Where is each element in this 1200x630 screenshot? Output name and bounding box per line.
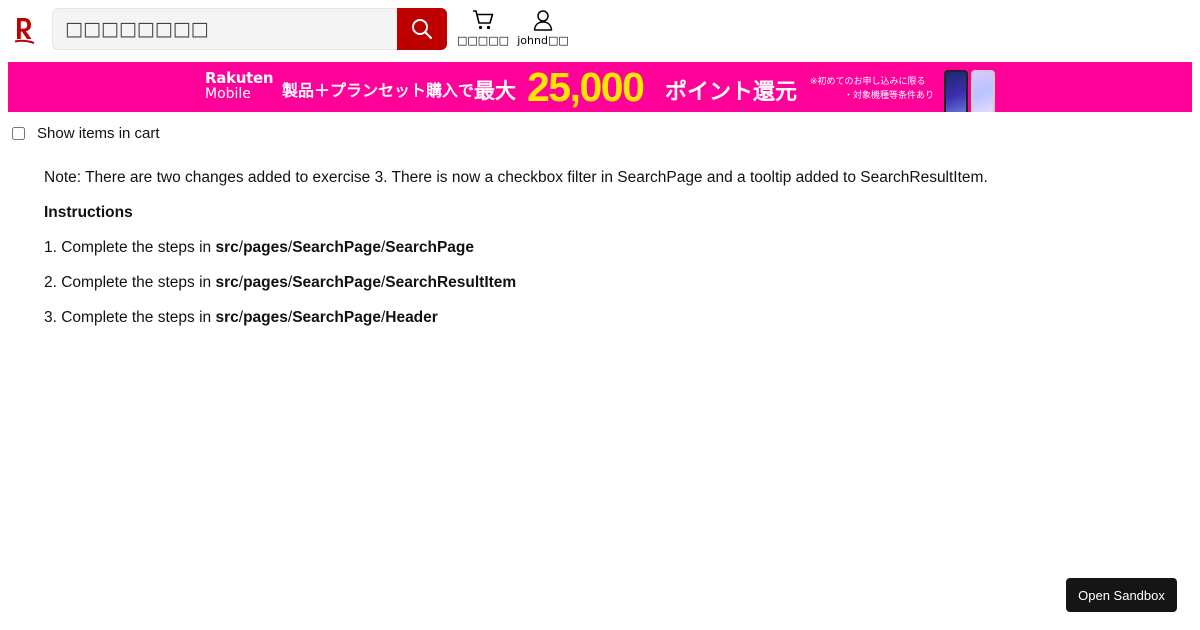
show-items-in-cart-label[interactable]: Show items in cart bbox=[37, 125, 160, 142]
search-icon bbox=[412, 19, 433, 40]
user-link[interactable]: johnd□□ bbox=[517, 9, 569, 47]
phone-image bbox=[971, 70, 995, 112]
search-input[interactable] bbox=[52, 8, 397, 50]
banner-note: ※初めてのお申し込みに限る ・対象機種等条件あり bbox=[810, 75, 934, 103]
instructions-heading: Instructions bbox=[44, 204, 133, 221]
banner-note-line1: ※初めてのお申し込みに限る bbox=[810, 77, 926, 87]
cart-link[interactable]: □□□□□ bbox=[457, 9, 509, 47]
banner-unit-text: ポイント還元 bbox=[665, 80, 798, 105]
banner-max-text: 最大 bbox=[474, 79, 516, 103]
phone-image bbox=[944, 70, 968, 112]
search-button[interactable] bbox=[397, 8, 447, 50]
banner-brand-bottom: Mobile bbox=[205, 86, 251, 102]
header: □□□□□ johnd□□ bbox=[0, 0, 1200, 58]
banner-note-line2: ・対象機種等条件あり bbox=[844, 91, 935, 101]
instruction-step: 3. Complete the steps in src/pages/Searc… bbox=[44, 309, 438, 326]
banner-offer-text: 製品＋プランセット購入で bbox=[282, 81, 475, 100]
banner-brand: Rakuten Mobile bbox=[205, 69, 274, 102]
user-icon bbox=[533, 10, 553, 31]
exercise-note: Note: There are two changes added to exe… bbox=[44, 169, 988, 186]
show-items-in-cart-checkbox[interactable] bbox=[12, 127, 25, 140]
instruction-step: 2. Complete the steps in src/pages/Searc… bbox=[44, 274, 517, 291]
open-sandbox-button[interactable]: Open Sandbox bbox=[1066, 578, 1177, 612]
banner-amount: 25,000 bbox=[527, 64, 645, 110]
instruction-step: 1. Complete the steps in src/pages/Searc… bbox=[44, 239, 474, 256]
cart-label: □□□□□ bbox=[457, 34, 509, 47]
cart-icon bbox=[473, 10, 494, 30]
banner-brand-top: Rakuten bbox=[205, 69, 274, 87]
instructions-panel: Note: There are two changes added to exe… bbox=[44, 169, 1144, 344]
user-label: johnd□□ bbox=[517, 34, 569, 47]
promo-banner[interactable]: Rakuten Mobile 製品＋プランセット購入で 最大 25,000 ポイ… bbox=[8, 62, 1192, 112]
cart-filter: Show items in cart bbox=[12, 125, 160, 142]
rakuten-logo-icon[interactable] bbox=[14, 16, 36, 44]
search-bar bbox=[52, 8, 447, 50]
